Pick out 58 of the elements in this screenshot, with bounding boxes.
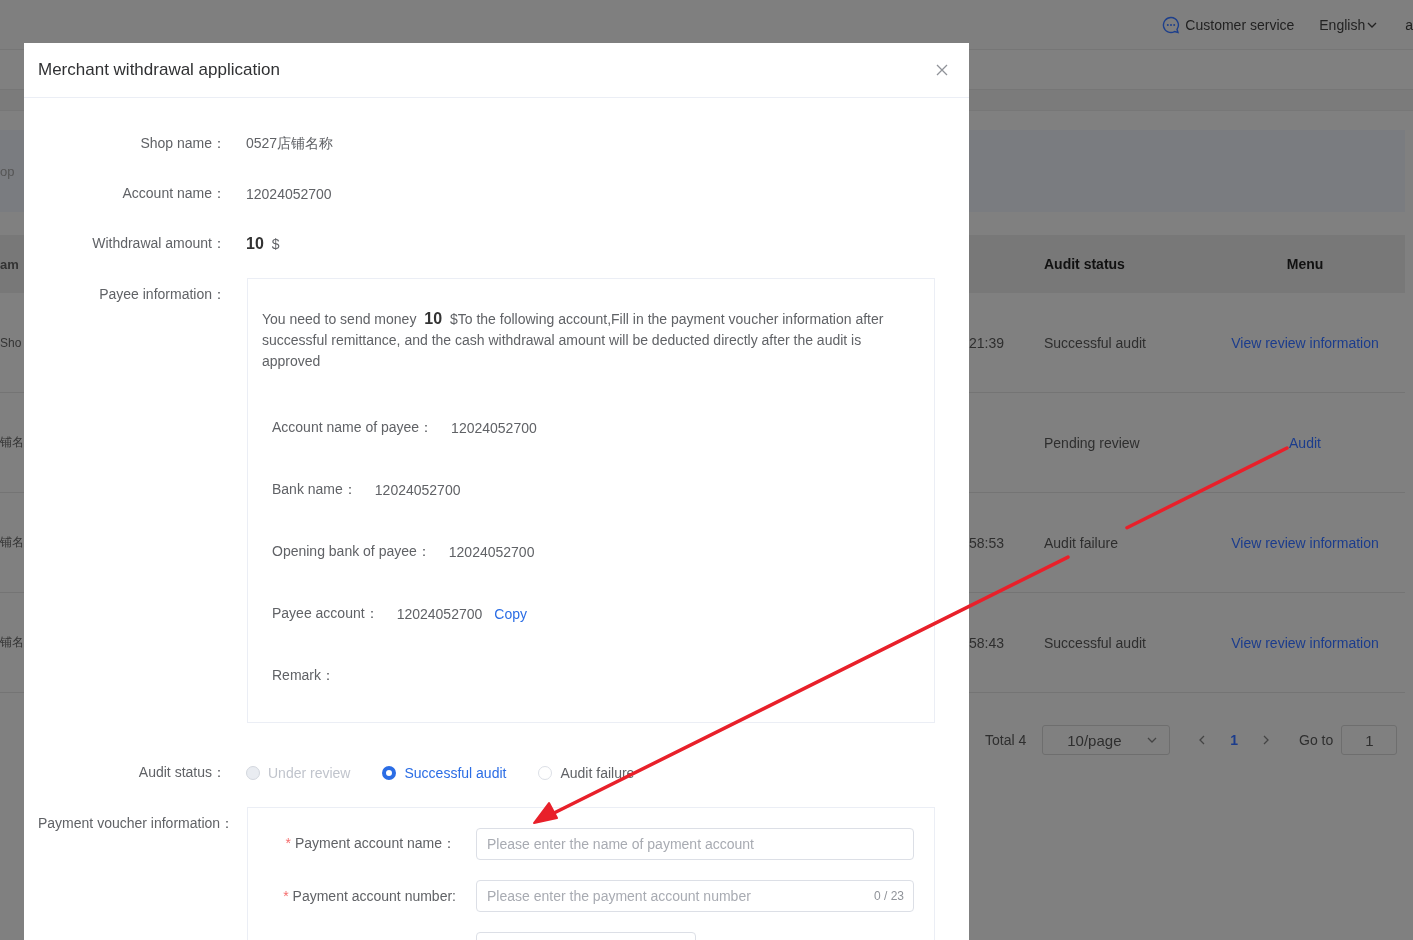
page-size-select[interactable]: 10/page [1042,725,1171,755]
table-action-link[interactable]: View review information [1231,534,1379,551]
table-cell: 铺名 [0,635,24,649]
field-label: Payee account： [272,605,379,623]
column-header: Menu [1286,256,1324,272]
table-cell: 铺名 [0,435,24,449]
field-label: Bank name： [272,481,357,499]
table-action-link[interactable]: Audit [1289,434,1321,451]
customer-service-link[interactable]: Customer service [1185,16,1295,33]
column-header: Audit status [1044,256,1125,272]
field-label: Withdrawal amount： [92,235,226,251]
field-label: Account name of payee： [272,419,434,437]
language-selector[interactable]: English [1319,16,1366,33]
table-cell: 铺名 [0,535,24,549]
currency-text: $ [271,236,280,252]
detail-value: 0527店铺名称 [246,135,334,153]
close-icon[interactable] [936,64,948,76]
field-label: Account name： [122,185,226,201]
field-label: Payee information： [99,286,226,302]
detail-value: 12024052700 [374,482,461,498]
chevron-down-icon [1147,735,1158,745]
radio-button[interactable] [382,766,397,780]
table-action-link[interactable]: View review information [1231,334,1379,351]
table-cell: 21:39 [969,334,1005,351]
audit-status-text: Successful audit [1044,634,1146,651]
page-number[interactable]: 1 [1230,732,1239,748]
detail-value: 12024052700 [451,420,537,436]
field-label: Payment voucher information： [38,815,235,831]
radio-label: Successful audit [404,765,507,781]
column-header: am [0,256,19,272]
audit-status-text: Audit failure [1044,534,1118,551]
field-label: * Payment account name： [285,835,456,851]
total-count: Total 4 [985,732,1027,748]
field-label: Remark： [272,667,335,685]
amount-value: 10 [246,235,264,253]
detail-value: 12024052700 [448,544,535,560]
payee-notice: You need to send money 10 $To the following account,Fill in the payment voucher information after successful remittance, and the cash withdrawal amount will be deducted directly after the audit is approved [262,309,885,371]
dialog-title: Merchant withdrawal application [38,60,280,80]
table-cell: Sho [0,335,22,350]
audit-status-text: Pending review [1044,434,1140,451]
goto-label: Go to [1299,732,1334,748]
table-cell: 58:43 [969,634,1005,651]
table-action-link[interactable]: View review information [1231,634,1379,651]
audit-status-text: Successful audit [1044,334,1146,351]
chat-icon [1162,15,1181,34]
table-cell: 58:53 [969,534,1005,551]
detail-value: 12024052700 [246,186,332,202]
account-menu[interactable]: a [1405,16,1413,33]
radio-label: Under review [268,765,351,781]
detail-value: 12024052700 [396,606,483,622]
field-label: Shop name： [140,135,226,151]
goto-page-field[interactable]: 1 [1341,725,1398,755]
field-label: Audit status： [138,764,226,780]
field-label: Opening bank of payee： [272,543,431,561]
copy-link[interactable]: Copy [494,606,527,622]
field-label: * Payment account number: [283,888,456,904]
input-field[interactable]: Please enter the name of payment account [476,828,914,860]
character-counter: 0 / 23 [873,889,904,903]
